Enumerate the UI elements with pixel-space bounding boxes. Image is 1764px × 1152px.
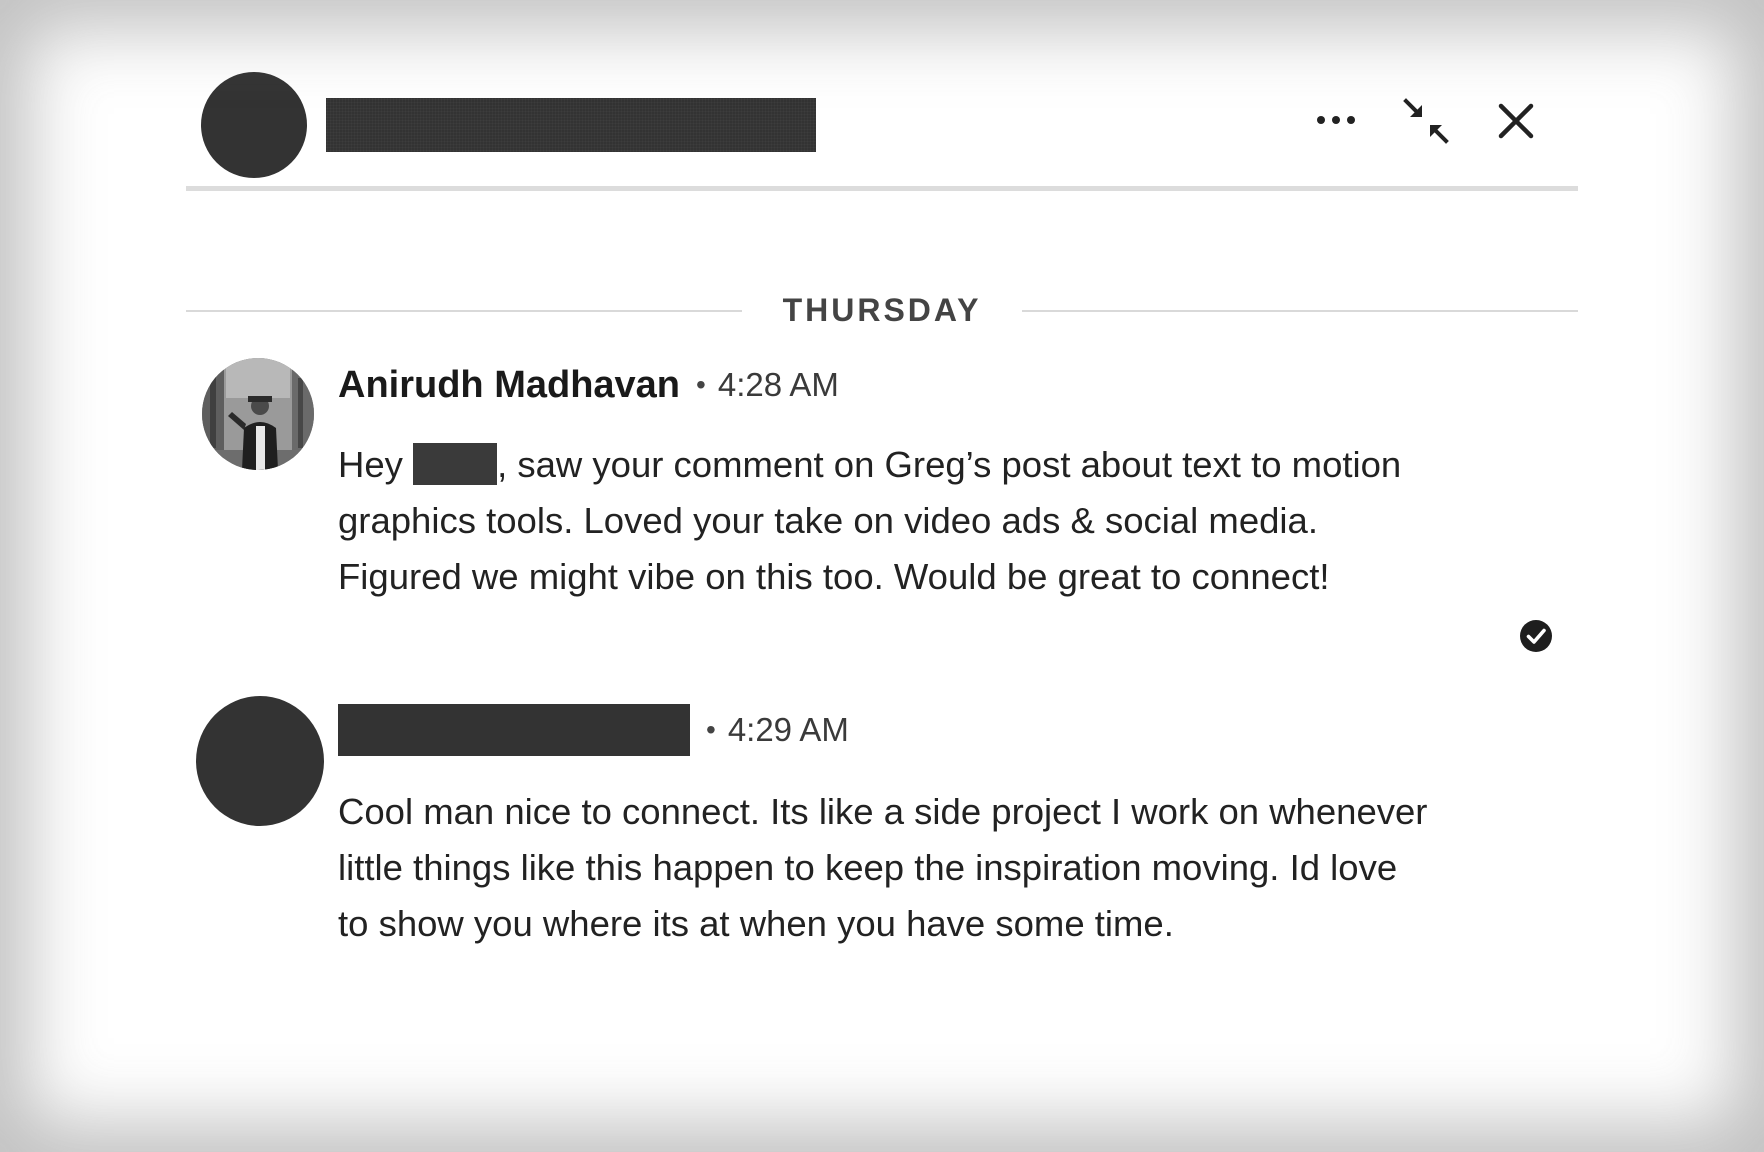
date-divider-line-right (1022, 310, 1578, 312)
separator-dot: • (706, 714, 716, 745)
date-divider-line-left (186, 310, 742, 312)
message-text-rest: , saw your comment on Greg’s post about … (338, 444, 1402, 597)
date-divider-label: THURSDAY (782, 292, 982, 328)
message-text-start: Hey (338, 444, 414, 485)
message-body: Hey , saw your comment on Greg’s post ab… (338, 437, 1428, 605)
sender-name[interactable]: Anirudh Madhavan (338, 364, 680, 407)
check-circle-icon (1519, 619, 1553, 653)
message-timestamp: 4:29 AM (727, 711, 849, 748)
message-header: • 4:29 AM (338, 704, 849, 756)
close-icon[interactable] (1488, 94, 1544, 148)
header-divider (186, 186, 1578, 191)
separator-dot: • (696, 369, 706, 400)
conversation-avatar[interactable] (201, 72, 307, 178)
sender-name-redacted[interactable] (338, 704, 690, 756)
conversation-name-redacted[interactable] (326, 98, 816, 152)
message-timestamp: 4:28 AM (717, 366, 839, 403)
minimize-arrows-icon[interactable] (1398, 94, 1454, 148)
message-body: Cool man nice to connect. Its like a sid… (338, 791, 1428, 944)
sender-avatar-redacted[interactable] (196, 696, 324, 826)
sender-profile-photo[interactable] (202, 358, 314, 470)
more-options-icon[interactable] (1308, 100, 1364, 140)
message-header: Anirudh Madhavan • 4:28 AM (338, 360, 839, 410)
redacted-recipient-name (413, 443, 498, 485)
